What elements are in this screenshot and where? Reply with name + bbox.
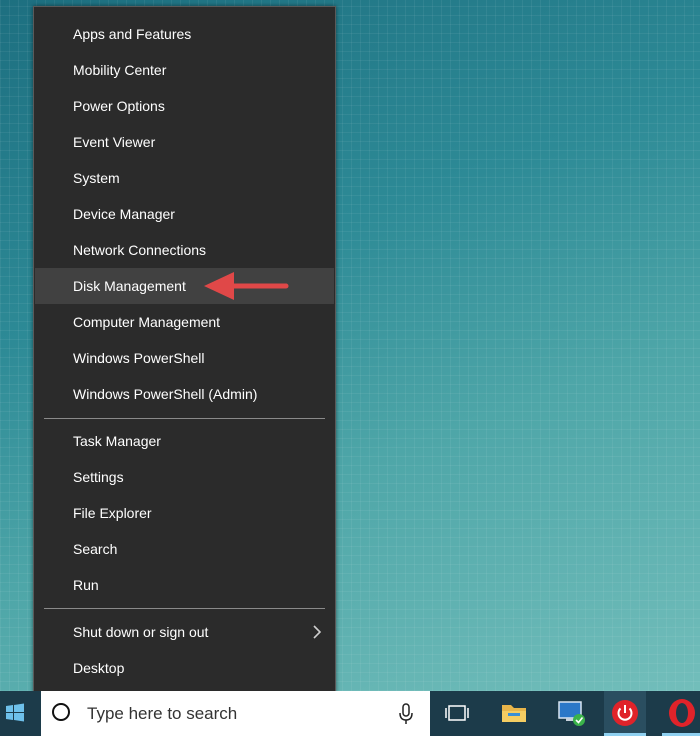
file-explorer-icon[interactable] — [496, 691, 532, 736]
menu-item-label: Apps and Features — [73, 26, 192, 42]
power-app-icon[interactable] — [608, 691, 642, 736]
menu-item-label: Windows PowerShell (Admin) — [73, 386, 258, 402]
taskbar-search-box[interactable]: Type here to search — [41, 691, 430, 736]
menu-item-run[interactable]: Run — [35, 567, 334, 603]
menu-item-label: Disk Management — [73, 278, 186, 294]
menu-item-search[interactable]: Search — [35, 531, 334, 567]
menu-item-network-connections[interactable]: Network Connections — [35, 232, 334, 268]
menu-item-system[interactable]: System — [35, 160, 334, 196]
opera-icon[interactable] — [662, 691, 700, 736]
menu-item-label: Mobility Center — [73, 62, 167, 78]
menu-item-label: Task Manager — [73, 433, 161, 449]
menu-item-power-options[interactable]: Power Options — [35, 88, 334, 124]
menu-item-task-manager[interactable]: Task Manager — [35, 423, 334, 459]
menu-item-desktop[interactable]: Desktop — [35, 650, 334, 686]
search-icon — [52, 703, 70, 721]
menu-item-label: Search — [73, 541, 118, 557]
menu-item-mobility-center[interactable]: Mobility Center — [35, 52, 334, 88]
menu-separator — [44, 418, 325, 419]
chevron-right-icon — [313, 625, 322, 639]
menu-item-event-viewer[interactable]: Event Viewer — [35, 124, 334, 160]
menu-separator — [44, 608, 325, 609]
menu-item-label: Shut down or sign out — [73, 624, 209, 640]
menu-item-label: Settings — [73, 469, 124, 485]
menu-item-label: File Explorer — [73, 505, 152, 521]
menu-item-label: Event Viewer — [73, 134, 156, 150]
menu-item-device-manager[interactable]: Device Manager — [35, 196, 334, 232]
task-view-icon[interactable] — [440, 691, 474, 736]
search-placeholder: Type here to search — [87, 704, 238, 723]
menu-item-label: Device Manager — [73, 206, 175, 222]
menu-item-label: Windows PowerShell — [73, 350, 205, 366]
power-user-menu: Apps and Features Mobility Center Power … — [33, 6, 336, 694]
menu-item-label: System — [73, 170, 120, 186]
menu-item-label: Network Connections — [73, 242, 207, 258]
microphone-icon[interactable] — [398, 703, 414, 725]
menu-item-label: Power Options — [73, 98, 165, 114]
menu-item-settings[interactable]: Settings — [35, 459, 334, 495]
menu-item-label: Computer Management — [73, 314, 221, 330]
menu-item-label: Desktop — [73, 660, 125, 676]
menu-item-label: Run — [73, 577, 99, 593]
menu-item-windows-powershell[interactable]: Windows PowerShell — [35, 340, 334, 376]
menu-item-file-explorer[interactable]: File Explorer — [35, 495, 334, 531]
annotation-arrow-icon — [204, 272, 289, 300]
menu-item-shut-down-or-sign-out[interactable]: Shut down or sign out — [35, 614, 334, 650]
menu-item-apps-and-features[interactable]: Apps and Features — [35, 16, 334, 52]
menu-item-computer-management[interactable]: Computer Management — [35, 304, 334, 340]
taskbar: Type here to search — [0, 691, 700, 736]
network-computer-icon[interactable] — [552, 691, 590, 736]
windows-start-icon[interactable] — [0, 691, 40, 736]
menu-item-windows-powershell-admin[interactable]: Windows PowerShell (Admin) — [35, 376, 334, 412]
